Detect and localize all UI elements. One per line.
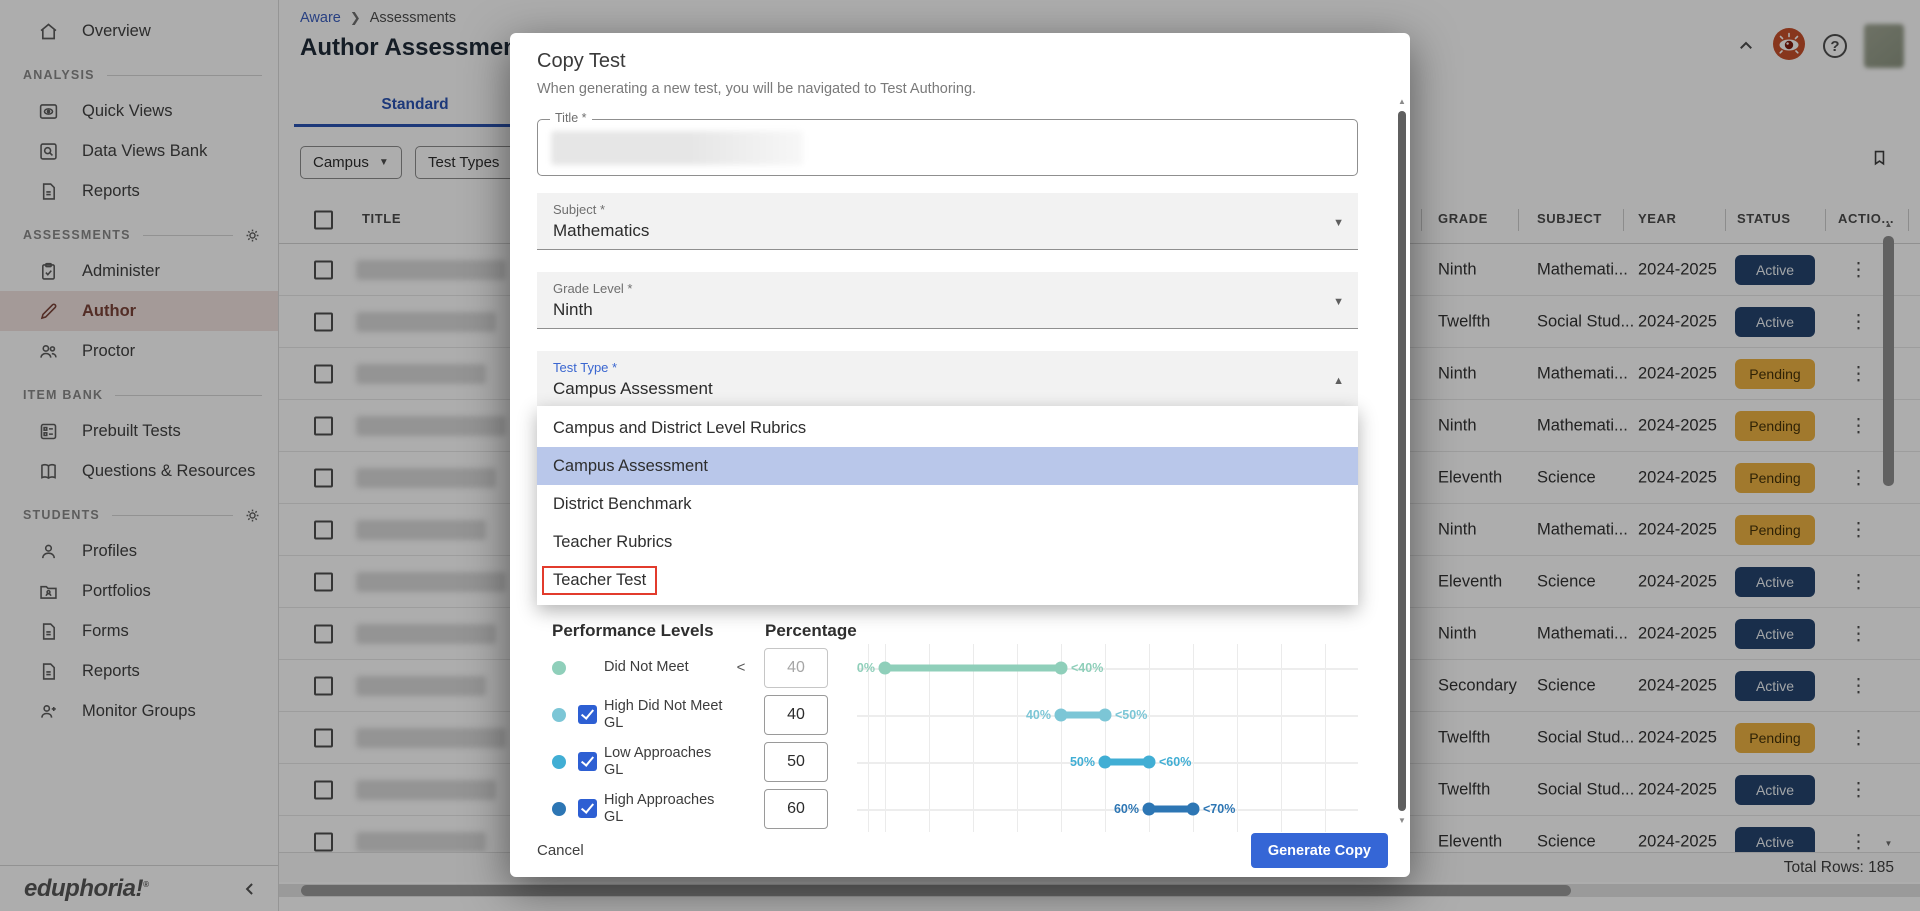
grade-level-select[interactable]: Grade Level * Ninth ▼ xyxy=(537,272,1358,329)
modal-scrollbar[interactable]: ▲ ▼ xyxy=(1396,97,1408,825)
slider-handle[interactable] xyxy=(1099,708,1112,721)
modal-subtitle: When generating a new test, you will be … xyxy=(537,81,1358,97)
title-field-redacted-value xyxy=(551,131,803,165)
performance-row-high-did-not-meet-gl: High Did Not Meet GL 40% <50% xyxy=(552,691,1358,738)
level-color-dot xyxy=(552,802,566,816)
test-type-select[interactable]: Test Type * Campus Assessment ▲ Campus a… xyxy=(537,351,1358,408)
performance-row-did-not-meet: Did Not Meet<0% <40% xyxy=(552,644,1358,691)
percentage-input[interactable] xyxy=(764,648,828,688)
level-checkbox[interactable] xyxy=(578,752,597,771)
title-field-label: Title * xyxy=(550,111,592,125)
range-slider[interactable]: 0% <40% xyxy=(857,644,1358,691)
range-end-label: <70% xyxy=(1203,802,1235,816)
level-label: High Approaches GL xyxy=(604,792,732,825)
percentage-input[interactable] xyxy=(764,789,828,829)
dropdown-option-campus-assessment[interactable]: Campus Assessment xyxy=(537,447,1358,485)
copy-test-modal: Copy Test When generating a new test, yo… xyxy=(510,33,1410,877)
modal-title: Copy Test xyxy=(537,50,1358,73)
range-start-label: 50% xyxy=(1070,755,1095,769)
percentage-input[interactable] xyxy=(764,695,828,735)
percentage-header: Percentage xyxy=(765,621,857,641)
range-slider[interactable]: 60% <70% xyxy=(857,785,1358,832)
title-field[interactable]: Title * xyxy=(537,119,1358,176)
range-start-label: 60% xyxy=(1114,802,1139,816)
performance-row-low-approaches-gl: Low Approaches GL 50% <60% xyxy=(552,738,1358,785)
range-end-label: <40% xyxy=(1071,661,1103,675)
slider-handle[interactable] xyxy=(879,661,892,674)
subject-select[interactable]: Subject * Mathematics ▼ xyxy=(537,193,1358,250)
range-start-label: 40% xyxy=(1026,708,1051,722)
level-color-dot xyxy=(552,755,566,769)
range-end-label: <50% xyxy=(1115,708,1147,722)
less-than-symbol: < xyxy=(732,659,750,676)
slider-handle[interactable] xyxy=(1187,802,1200,815)
caret-down-icon: ▼ xyxy=(1333,217,1344,229)
slider-handle[interactable] xyxy=(1055,661,1068,674)
test-type-dropdown-menu: Campus and District Level RubricsCampus … xyxy=(537,406,1358,605)
level-label: Low Approaches GL xyxy=(604,745,732,778)
slider-handle[interactable] xyxy=(1143,802,1156,815)
performance-levels-section: Performance Levels Percentage Did Not Me… xyxy=(552,618,1358,832)
level-label: High Did Not Meet GL xyxy=(604,698,732,731)
slider-handle[interactable] xyxy=(1055,708,1068,721)
modal-scrollbar-thumb[interactable] xyxy=(1398,111,1406,811)
range-start-label: 0% xyxy=(857,661,875,675)
dropdown-option-teacher-test[interactable]: Teacher Test xyxy=(537,561,1358,599)
range-end-label: <60% xyxy=(1159,755,1191,769)
range-slider[interactable]: 40% <50% xyxy=(857,691,1358,738)
level-checkbox-placeholder xyxy=(578,658,597,677)
caret-up-icon: ▲ xyxy=(1333,375,1344,387)
cancel-button[interactable]: Cancel xyxy=(537,842,584,859)
annotation-red-box: Teacher Test xyxy=(542,566,657,595)
dropdown-option-teacher-rubrics[interactable]: Teacher Rubrics xyxy=(537,523,1358,561)
level-color-dot xyxy=(552,661,566,675)
percentage-input[interactable] xyxy=(764,742,828,782)
dropdown-option-district-benchmark[interactable]: District Benchmark xyxy=(537,485,1358,523)
slider-handle[interactable] xyxy=(1099,755,1112,768)
range-slider[interactable]: 50% <60% xyxy=(857,738,1358,785)
modal-footer: Cancel Generate Copy xyxy=(537,833,1388,868)
performance-row-high-approaches-gl: High Approaches GL 60% <70% xyxy=(552,785,1358,832)
level-checkbox[interactable] xyxy=(578,799,597,818)
level-checkbox[interactable] xyxy=(578,705,597,724)
scroll-down-icon[interactable]: ▼ xyxy=(1396,816,1408,825)
level-color-dot xyxy=(552,708,566,722)
generate-copy-button[interactable]: Generate Copy xyxy=(1251,833,1388,868)
dropdown-option-campus-and-district-level-rubrics[interactable]: Campus and District Level Rubrics xyxy=(537,409,1358,447)
caret-down-icon: ▼ xyxy=(1333,296,1344,308)
level-label: Did Not Meet xyxy=(604,659,732,676)
scroll-up-icon[interactable]: ▲ xyxy=(1396,97,1408,106)
performance-levels-header: Performance Levels xyxy=(552,621,765,641)
slider-handle[interactable] xyxy=(1143,755,1156,768)
